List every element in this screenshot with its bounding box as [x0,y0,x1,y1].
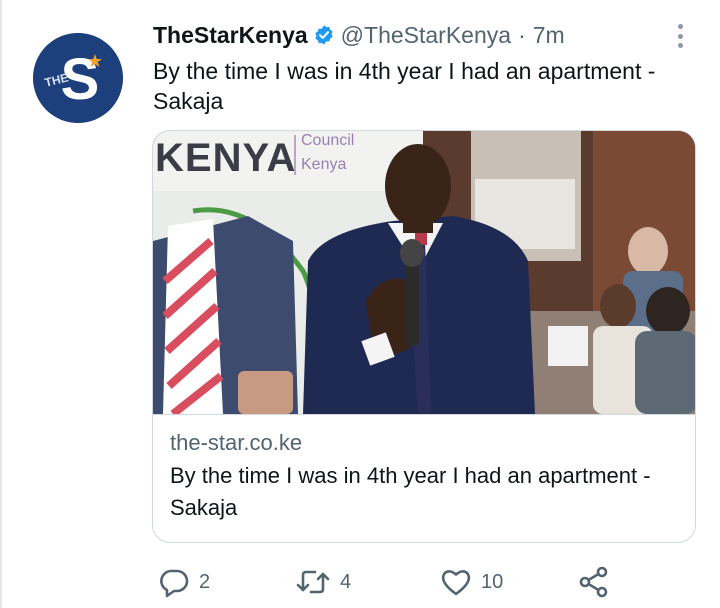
article-photo[interactable]: KENYA Council Kenya [153,131,695,414]
svg-text:Kenya: Kenya [301,156,346,173]
the-star-logo-icon: S THE [33,33,123,123]
display-name[interactable]: TheStarKenya [153,22,308,49]
like-count: 10 [481,570,504,593]
timestamp[interactable]: 7m [533,22,565,49]
handle[interactable]: @TheStarKenya [341,22,511,49]
tweet-header: TheStarKenya @TheStarKenya · 7m [153,20,565,50]
separator: · [518,21,526,48]
share-button[interactable] [578,566,610,598]
reply-icon [160,569,189,598]
card-title: By the time I was in 4th year I had an a… [170,463,651,520]
action-bar: 2 4 10 [158,566,628,598]
link-card[interactable]: KENYA Council Kenya the-star.co.ke By th… [152,130,696,543]
retweet-icon [296,570,330,594]
card-domain: the-star.co.ke [170,430,303,455]
verified-badge-icon [313,24,335,46]
heart-icon [441,570,471,596]
left-border [0,0,2,608]
more-options-icon[interactable] [672,22,688,50]
tweet-text: By the time I was in 4th year I had an a… [153,58,656,114]
svg-text:KENYA: KENYA [155,136,296,180]
card-meta[interactable]: the-star.co.ke By the time I was in 4th … [153,414,695,542]
reply-count: 2 [199,570,211,593]
like-button[interactable]: 10 [440,566,503,598]
retweet-count: 4 [340,570,352,593]
avatar[interactable]: S THE [33,33,123,123]
svg-text:Council: Council [301,132,354,149]
reply-button[interactable]: 2 [158,566,210,598]
share-icon [579,566,608,598]
retweet-button[interactable]: 4 [295,566,351,598]
